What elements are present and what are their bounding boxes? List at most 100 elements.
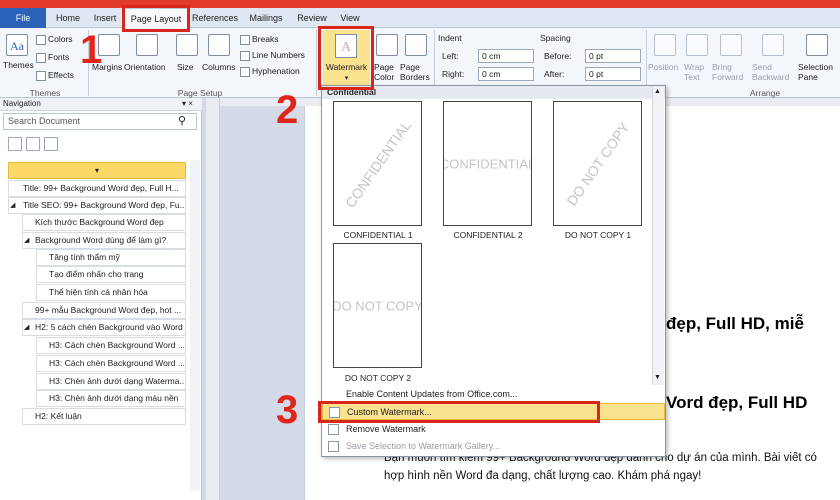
svg-text:Aa: Aa bbox=[10, 39, 25, 53]
collapse-icon[interactable]: ◢ bbox=[10, 201, 15, 209]
headings-view-icon[interactable] bbox=[8, 137, 22, 151]
hyphenation-button[interactable]: Hyphenation bbox=[240, 66, 300, 77]
navigation-title: Navigation bbox=[0, 98, 202, 111]
fonts-icon bbox=[36, 52, 46, 63]
indent-left-label: Left: bbox=[442, 51, 459, 61]
watermark-caption: DO NOT COPY 1 bbox=[564, 230, 632, 240]
tab-view[interactable]: View bbox=[336, 8, 364, 28]
orientation-button[interactable]: Orientation bbox=[124, 62, 166, 72]
collapse-icon[interactable]: ◢ bbox=[24, 323, 29, 331]
page-color-icon bbox=[376, 34, 398, 56]
gallery-scrollbar[interactable] bbox=[652, 87, 664, 385]
columns-icon bbox=[208, 34, 230, 56]
wrap-text-icon bbox=[686, 34, 708, 56]
nav-item[interactable]: H2: Kết luận bbox=[22, 408, 186, 425]
nav-item[interactable]: Title: 99+ Background Word đẹp, Full H..… bbox=[8, 180, 186, 197]
selection-pane-button[interactable]: Selection Pane bbox=[798, 62, 838, 82]
search-icon[interactable]: ⚲ bbox=[178, 114, 186, 127]
hyphenation-icon bbox=[240, 66, 250, 77]
navigation-scrollbar[interactable] bbox=[190, 160, 200, 490]
tab-file[interactable]: File bbox=[0, 8, 46, 28]
effects-button[interactable]: Effects bbox=[36, 70, 74, 81]
nav-item[interactable]: Kích thước Background Word đẹp bbox=[22, 214, 186, 231]
send-backward-button[interactable]: Send Backward bbox=[752, 62, 796, 82]
document-body-text: hợp hình nền Word đa dạng, chất lượng ca… bbox=[384, 470, 702, 482]
watermark-thumbnail[interactable]: CONFIDENTIAL bbox=[333, 101, 422, 226]
tab-references[interactable]: References bbox=[190, 8, 240, 28]
remove-watermark-menu-item[interactable]: Remove Watermark bbox=[322, 421, 665, 438]
nav-item[interactable]: H3: Chèn ảnh dưới dạng màu nền bbox=[36, 390, 186, 407]
position-icon bbox=[654, 34, 676, 56]
wrap-text-button[interactable]: Wrap Text bbox=[684, 62, 710, 82]
watermark-caption: CONFIDENTIAL 1 bbox=[343, 230, 413, 240]
spacing-label: Spacing bbox=[540, 33, 571, 43]
spacing-before-label: Before: bbox=[544, 51, 572, 61]
watermark-thumbnail[interactable]: DO NOT COPY bbox=[553, 101, 642, 226]
indent-left-field[interactable]: 0 cm bbox=[478, 49, 534, 63]
step2-highlight bbox=[318, 26, 374, 90]
bring-forward-button[interactable]: Bring Forward bbox=[712, 62, 748, 82]
collapse-icon[interactable]: ◢ bbox=[24, 236, 29, 244]
remove-watermark-icon bbox=[328, 424, 339, 435]
tab-home[interactable]: Home bbox=[50, 8, 86, 28]
spacing-before-field[interactable]: 0 pt bbox=[585, 49, 641, 63]
nav-item[interactable]: H3: Chèn ảnh dưới dạng Waterma... bbox=[36, 373, 186, 390]
pages-view-icon[interactable] bbox=[26, 137, 40, 151]
colors-icon bbox=[36, 34, 46, 45]
watermark-thumbnail[interactable]: CONFIDENTIAL bbox=[443, 101, 532, 226]
chevron-down-icon[interactable]: ▼ bbox=[654, 374, 661, 381]
fonts-button[interactable]: Fonts bbox=[36, 52, 69, 63]
watermark-caption: DO NOT COPY 2 bbox=[344, 373, 412, 383]
colors-button[interactable]: Colors bbox=[36, 34, 73, 45]
selection-pane-icon bbox=[806, 34, 828, 56]
tab-insert[interactable]: Insert bbox=[88, 8, 122, 28]
nav-item[interactable]: Tạo điểm nhấn cho trang bbox=[36, 266, 186, 283]
spacing-after-field[interactable]: 0 pt bbox=[585, 67, 641, 81]
nav-item[interactable]: Background Word dùng để làm gì? bbox=[22, 232, 186, 249]
close-icon[interactable]: ▾ × bbox=[182, 99, 193, 108]
breaks-button[interactable]: Breaks bbox=[240, 34, 278, 45]
nav-item[interactable]: Title SEO: 99+ Background Word đẹp, Fu..… bbox=[8, 197, 186, 214]
step2-number: 2 bbox=[276, 88, 299, 132]
results-view-icon[interactable] bbox=[44, 137, 58, 151]
line-numbers-button[interactable]: Line Numbers bbox=[240, 50, 305, 61]
themes-button[interactable]: Themes bbox=[3, 60, 34, 70]
themes-group-label: Themes bbox=[29, 88, 61, 98]
position-button[interactable]: Position bbox=[648, 62, 678, 72]
columns-button[interactable]: Columns bbox=[202, 62, 236, 72]
size-icon bbox=[176, 34, 198, 56]
tab-review[interactable]: Review bbox=[294, 8, 330, 28]
tab-mailings[interactable]: Mailings bbox=[246, 8, 286, 28]
nav-item[interactable]: H3: Cách chèn Background Word ... bbox=[36, 355, 186, 372]
save-selection-icon bbox=[328, 441, 339, 452]
nav-item[interactable]: H2: 5 cách chèn Background vào Word bbox=[22, 319, 186, 336]
navigation-search-input[interactable]: Search Document bbox=[3, 113, 197, 130]
watermark-thumbnail[interactable]: DO NOT COPY bbox=[333, 243, 422, 368]
page-borders-icon bbox=[405, 34, 427, 56]
send-backward-icon bbox=[762, 34, 784, 56]
spacing-after-label: After: bbox=[544, 69, 565, 79]
step3-number: 3 bbox=[276, 388, 299, 432]
indent-right-field[interactable]: 0 cm bbox=[478, 67, 534, 81]
nav-item[interactable]: Tăng tính thẩm mỹ bbox=[36, 249, 186, 266]
nav-item[interactable]: Thể hiện tính cá nhân hóa bbox=[36, 284, 186, 301]
step1-highlight bbox=[122, 5, 190, 32]
ribbon-separator bbox=[316, 30, 317, 96]
document-heading: Vord đẹp, Full HD bbox=[666, 393, 808, 412]
step3-highlight bbox=[318, 401, 600, 423]
orientation-icon bbox=[136, 34, 158, 56]
nav-item[interactable]: H3: Cách chèn Background Word ... bbox=[36, 337, 186, 354]
effects-icon bbox=[36, 70, 46, 81]
save-selection-menu-item[interactable]: Save Selection to Watermark Gallery... bbox=[322, 438, 665, 455]
bring-forward-icon bbox=[720, 34, 742, 56]
nav-item-selected[interactable]: ▾ bbox=[8, 162, 186, 179]
size-button[interactable]: Size bbox=[177, 62, 194, 72]
chevron-up-icon[interactable]: ▲ bbox=[654, 88, 661, 95]
indent-label: Indent bbox=[438, 33, 462, 43]
page-borders-button[interactable]: Page Borders bbox=[400, 62, 432, 82]
nav-item[interactable]: 99+ mẫu Background Word đẹp, hot ... bbox=[22, 302, 186, 319]
vertical-ruler bbox=[206, 98, 220, 500]
step1-number: 1 bbox=[80, 28, 103, 72]
document-heading: đẹp, Full HD, miễ bbox=[666, 314, 804, 333]
watermark-caption: CONFIDENTIAL 2 bbox=[453, 230, 523, 240]
